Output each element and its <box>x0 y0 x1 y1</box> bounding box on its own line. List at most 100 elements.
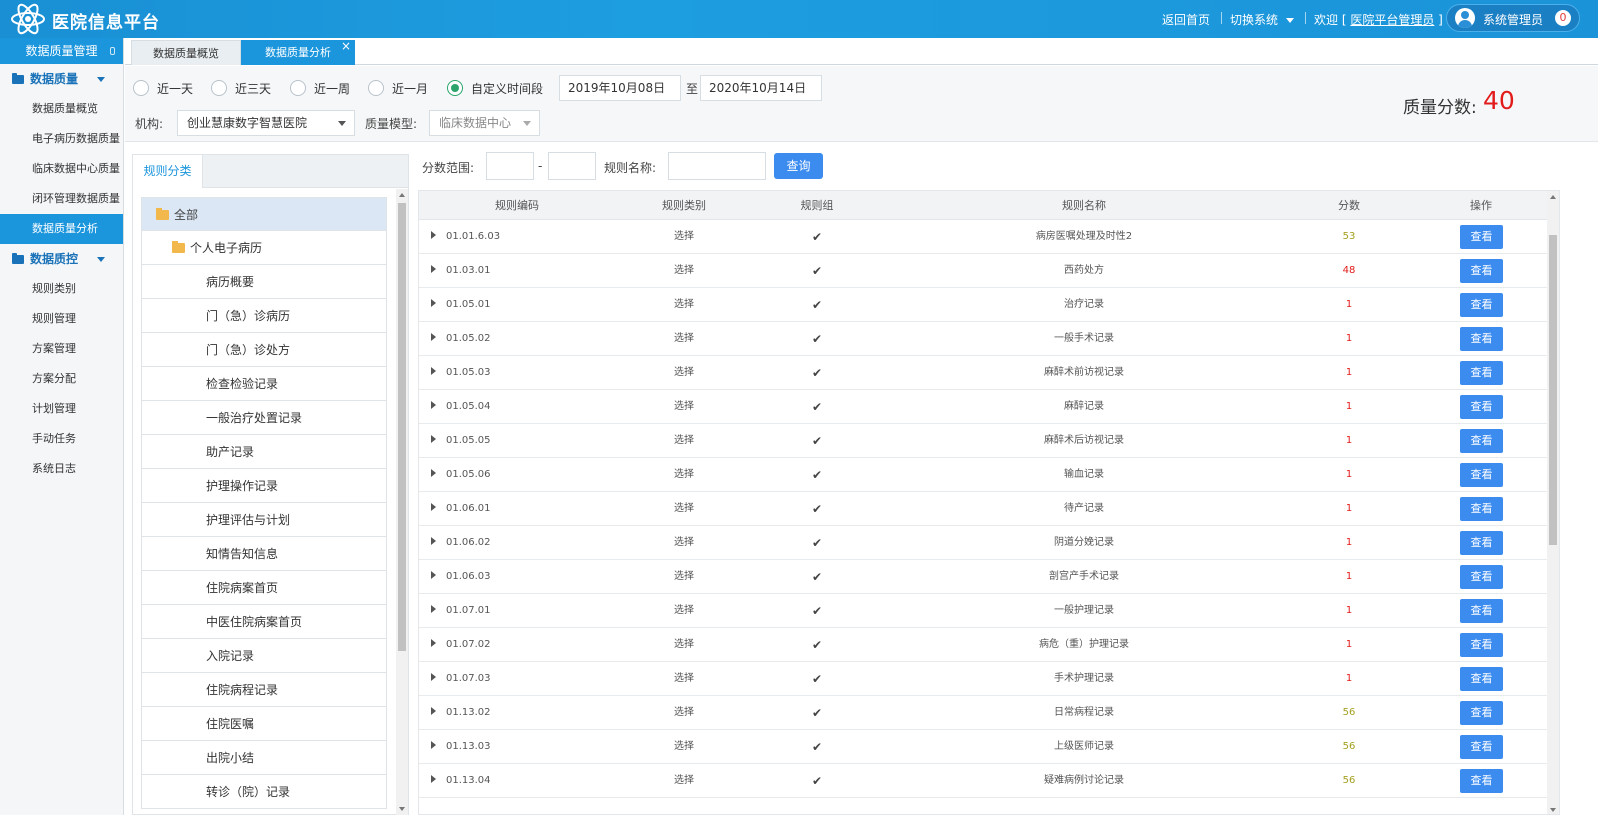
tree-node[interactable]: 病历概要 <box>141 265 387 299</box>
sidebar-item-manual-task[interactable]: 手动任务 <box>0 424 123 454</box>
tree-node[interactable]: 住院医嘱 <box>141 707 387 741</box>
expand-arrow-icon[interactable] <box>431 571 436 579</box>
table-row[interactable]: 01.05.05 选择 ✔ 麻醉术后访视记录 1 查看 <box>419 424 1547 458</box>
tab-quality-analysis[interactable]: 数据质量分析 × <box>241 39 355 65</box>
scroll-up-icon[interactable] <box>399 193 405 197</box>
expand-arrow-icon[interactable] <box>431 707 436 715</box>
sidebar-item-closed-loop-quality[interactable]: 闭环管理数据质量 <box>0 184 123 214</box>
table-row[interactable]: 01.05.04 选择 ✔ 麻醉记录 1 查看 <box>419 390 1547 424</box>
score-min-input[interactable] <box>486 152 534 180</box>
expand-arrow-icon[interactable] <box>431 333 436 341</box>
notification-badge[interactable]: 0 <box>1555 10 1571 26</box>
expand-arrow-icon[interactable] <box>431 299 436 307</box>
scroll-down-icon[interactable] <box>399 807 405 811</box>
home-link[interactable]: 返回首页 <box>1162 11 1210 28</box>
view-button[interactable]: 查看 <box>1460 429 1503 453</box>
view-button[interactable]: 查看 <box>1460 259 1503 283</box>
expand-arrow-icon[interactable] <box>431 469 436 477</box>
welcome-user-link[interactable]: 医院平台管理员 <box>1350 13 1434 27</box>
expand-arrow-icon[interactable] <box>431 435 436 443</box>
table-row[interactable]: 01.07.03 选择 ✔ 手术护理记录 1 查看 <box>419 662 1547 696</box>
tree-node[interactable]: 检查检验记录 <box>141 367 387 401</box>
date-from-input[interactable]: 2019年10月08日 <box>559 75 681 101</box>
table-row[interactable]: 01.13.04 选择 ✔ 疑难病例讨论记录 56 查看 <box>419 764 1547 798</box>
radio-last-day[interactable]: 近一天 <box>133 80 193 98</box>
tree-node[interactable]: 出院小结 <box>141 741 387 775</box>
table-row[interactable]: 01.06.01 选择 ✔ 待产记录 1 查看 <box>419 492 1547 526</box>
table-row[interactable]: 01.07.01 选择 ✔ 一般护理记录 1 查看 <box>419 594 1547 628</box>
tree-node[interactable]: 个人电子病历 <box>141 231 387 265</box>
sidebar-item-rule-management[interactable]: 规则管理 <box>0 304 123 334</box>
sidebar-item-system-log[interactable]: 系统日志 <box>0 454 123 484</box>
table-row[interactable]: 01.05.02 选择 ✔ 一般手术记录 1 查看 <box>419 322 1547 356</box>
radio-custom-range[interactable]: 自定义时间段 <box>447 80 543 98</box>
sidebar-item-emr-quality[interactable]: 电子病历数据质量 <box>0 124 123 154</box>
scrollbar-thumb[interactable] <box>1549 235 1557 545</box>
expand-arrow-icon[interactable] <box>431 367 436 375</box>
switch-system-dropdown[interactable]: 切换系统 <box>1230 11 1295 28</box>
view-button[interactable]: 查看 <box>1460 225 1503 249</box>
tree-node[interactable]: 门（急）诊病历 <box>141 299 387 333</box>
table-row[interactable]: 01.01.6.03 选择 ✔ 病房医嘱处理及时性2 53 查看 <box>419 220 1547 254</box>
tree-node[interactable]: 住院病案首页 <box>141 571 387 605</box>
view-button[interactable]: 查看 <box>1460 633 1503 657</box>
close-icon[interactable]: × <box>341 34 351 59</box>
expand-arrow-icon[interactable] <box>431 775 436 783</box>
table-row[interactable]: 01.06.03 选择 ✔ 剖宫产手术记录 1 查看 <box>419 560 1547 594</box>
view-button[interactable]: 查看 <box>1460 565 1503 589</box>
sidebar-item-plan-management[interactable]: 方案管理 <box>0 334 123 364</box>
view-button[interactable]: 查看 <box>1460 463 1503 487</box>
scroll-down-icon[interactable] <box>1550 808 1556 812</box>
view-button[interactable]: 查看 <box>1460 735 1503 759</box>
table-row[interactable]: 01.05.01 选择 ✔ 治疗记录 1 查看 <box>419 288 1547 322</box>
table-row[interactable]: 01.06.02 选择 ✔ 阴道分娩记录 1 查看 <box>419 526 1547 560</box>
sidebar-group-data-quality[interactable]: 数据质量 <box>0 64 123 94</box>
view-button[interactable]: 查看 <box>1460 395 1503 419</box>
sidebar-item-rule-category[interactable]: 规则类别 <box>0 274 123 304</box>
expand-arrow-icon[interactable] <box>431 639 436 647</box>
scroll-up-icon[interactable] <box>1550 195 1556 199</box>
radio-last-week[interactable]: 近一周 <box>290 80 350 98</box>
tree-node[interactable]: 一般治疗处置记录 <box>141 401 387 435</box>
view-button[interactable]: 查看 <box>1460 327 1503 351</box>
expand-arrow-icon[interactable] <box>431 401 436 409</box>
date-to-input[interactable]: 2020年10月14日 <box>700 75 822 101</box>
tree-node[interactable]: 助产记录 <box>141 435 387 469</box>
sidebar-item-cdr-quality[interactable]: 临床数据中心质量 <box>0 154 123 184</box>
tree-node[interactable]: 全部 <box>141 197 387 231</box>
table-row[interactable]: 01.13.02 选择 ✔ 日常病程记录 56 查看 <box>419 696 1547 730</box>
table-row[interactable]: 01.03.01 选择 ✔ 西药处方 48 查看 <box>419 254 1547 288</box>
model-select[interactable]: 临床数据中心 <box>429 110 540 136</box>
table-row[interactable]: 01.05.03 选择 ✔ 麻醉术前访视记录 1 查看 <box>419 356 1547 390</box>
expand-arrow-icon[interactable] <box>431 605 436 613</box>
tree-node[interactable]: 住院病程记录 <box>141 673 387 707</box>
view-button[interactable]: 查看 <box>1460 599 1503 623</box>
expand-arrow-icon[interactable] <box>431 265 436 273</box>
tree-node[interactable]: 转诊（院）记录 <box>141 775 387 809</box>
sidebar-item-quality-overview[interactable]: 数据质量概览 <box>0 94 123 124</box>
view-button[interactable]: 查看 <box>1460 667 1503 691</box>
rule-name-input[interactable] <box>668 152 766 180</box>
tree-node[interactable]: 护理操作记录 <box>141 469 387 503</box>
view-button[interactable]: 查看 <box>1460 361 1503 385</box>
score-max-input[interactable] <box>548 152 596 180</box>
expand-arrow-icon[interactable] <box>431 673 436 681</box>
tab-quality-overview[interactable]: 数据质量概览 <box>131 40 241 65</box>
tree-node[interactable]: 门（急）诊处方 <box>141 333 387 367</box>
sidebar-group-data-control[interactable]: 数据质控 <box>0 244 123 274</box>
table-row[interactable]: 01.07.02 选择 ✔ 病危（重）护理记录 1 查看 <box>419 628 1547 662</box>
expand-arrow-icon[interactable] <box>431 503 436 511</box>
sidebar-item-plan-assignment[interactable]: 方案分配 <box>0 364 123 394</box>
tree-node[interactable]: 入院记录 <box>141 639 387 673</box>
table-row[interactable]: 01.05.06 选择 ✔ 输血记录 1 查看 <box>419 458 1547 492</box>
table-row[interactable]: 01.13.03 选择 ✔ 上级医师记录 56 查看 <box>419 730 1547 764</box>
query-button[interactable]: 查询 <box>774 153 823 179</box>
radio-last-three-days[interactable]: 近三天 <box>211 80 271 98</box>
tab-rule-category[interactable]: 规则分类 <box>133 155 203 188</box>
tree-node[interactable]: 知情告知信息 <box>141 537 387 571</box>
view-button[interactable]: 查看 <box>1460 293 1503 317</box>
view-button[interactable]: 查看 <box>1460 769 1503 793</box>
tree-node[interactable]: 护理评估与计划 <box>141 503 387 537</box>
expand-arrow-icon[interactable] <box>431 537 436 545</box>
user-menu[interactable]: 系统管理员 0 <box>1446 4 1580 32</box>
